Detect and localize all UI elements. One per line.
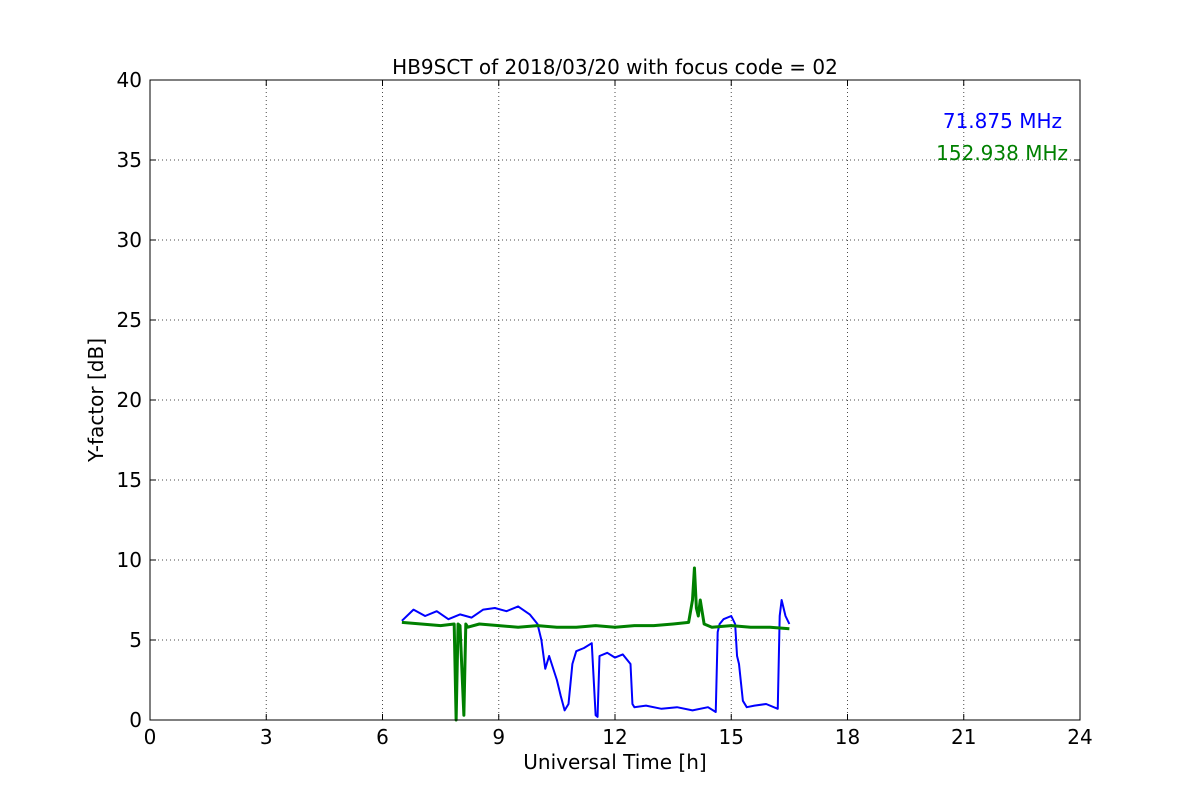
chart-canvas: HB9SCT of 2018/03/20 with focus code = 0… xyxy=(84,55,1093,774)
x-tick-labels: 0 3 6 9 12 15 18 21 24 xyxy=(144,725,1093,749)
y-tick-label-35: 35 xyxy=(117,148,142,172)
x-tick-label-3: 3 xyxy=(260,725,273,749)
y-tick-label-30: 30 xyxy=(117,228,142,252)
y-tick-label-25: 25 xyxy=(117,308,142,332)
y-tick-label-5: 5 xyxy=(129,628,142,652)
x-tick-label-18: 18 xyxy=(835,725,860,749)
x-tick-label-24: 24 xyxy=(1067,725,1092,749)
x-tick-label-0: 0 xyxy=(144,725,157,749)
y-tick-label-20: 20 xyxy=(117,388,142,412)
y-tick-label-15: 15 xyxy=(117,468,142,492)
legend: 71.875 MHz 152.938 MHz xyxy=(936,109,1068,165)
legend-entry-152-938-mhz: 152.938 MHz xyxy=(936,141,1068,165)
x-tick-label-6: 6 xyxy=(376,725,389,749)
x-tick-label-9: 9 xyxy=(492,725,505,749)
x-tick-label-12: 12 xyxy=(602,725,627,749)
grid-lines xyxy=(150,80,1080,720)
chart-title: HB9SCT of 2018/03/20 with focus code = 0… xyxy=(392,55,838,79)
x-axis-label: Universal Time [h] xyxy=(523,750,706,774)
y-tick-label-40: 40 xyxy=(117,68,142,92)
y-tick-labels: 0 5 10 15 20 25 30 35 40 xyxy=(117,68,142,732)
y-axis-label: Y-factor [dB] xyxy=(84,338,108,463)
y-tick-label-10: 10 xyxy=(117,548,142,572)
x-tick-label-21: 21 xyxy=(951,725,976,749)
x-tick-label-15: 15 xyxy=(719,725,744,749)
legend-entry-71-875-mhz: 71.875 MHz xyxy=(943,109,1062,133)
y-tick-label-0: 0 xyxy=(129,708,142,732)
